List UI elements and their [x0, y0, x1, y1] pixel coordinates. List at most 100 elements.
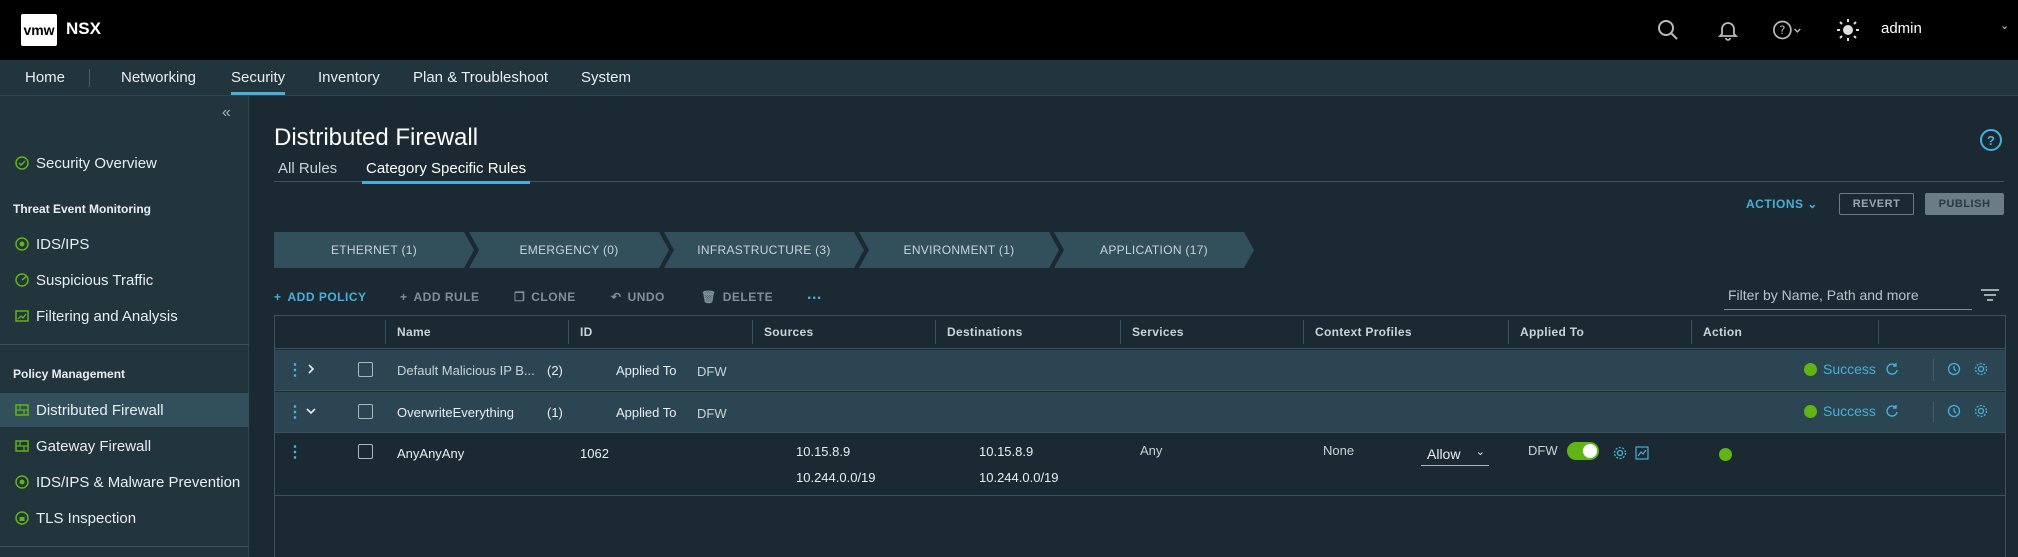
sidebar-item-label: IDS/IPS & Malware Prevention	[36, 473, 241, 491]
sidebar-divider	[0, 546, 249, 547]
sidebar-item-suspicious-traffic[interactable]: Suspicious Traffic	[0, 263, 249, 297]
applied-to-label: Applied To	[616, 363, 677, 378]
column-context-profiles[interactable]: Context Profiles	[1315, 325, 1412, 339]
column-action[interactable]: Action	[1703, 325, 1742, 339]
top-header: vmw NSX ? admin ⌄	[0, 0, 2018, 60]
vmware-logo: vmw	[21, 14, 57, 46]
action-divider	[1933, 401, 1934, 423]
refresh-icon[interactable]	[1885, 404, 1901, 420]
nav-inventory[interactable]: Inventory	[318, 69, 380, 86]
help-menu-icon[interactable]: ?	[1772, 14, 1804, 46]
sidebar-item-ids-malware-prevention[interactable]: IDS/IPS & Malware Prevention	[0, 465, 249, 499]
filter-input[interactable]: Filter by Name, Path and more	[1724, 284, 1972, 310]
rule-destination[interactable]: 10.15.8.9	[979, 444, 1033, 459]
rule-context-profiles[interactable]: None	[1323, 443, 1354, 458]
row-menu-icon[interactable]: ⋮	[287, 442, 303, 462]
nav-security[interactable]: Security	[231, 69, 286, 95]
sidebar-item-distributed-firewall[interactable]: Distributed Firewall	[0, 393, 249, 427]
rule-services[interactable]: Any	[1140, 443, 1162, 458]
column-applied-to[interactable]: Applied To	[1520, 325, 1584, 339]
main-nav: Home Networking Security Inventory Plan …	[0, 60, 2018, 96]
row-checkbox[interactable]	[358, 362, 373, 377]
column-divider	[1691, 320, 1692, 344]
sidebar-item-filtering-analysis[interactable]: Filtering and Analysis	[0, 299, 249, 333]
rule-source[interactable]: 10.15.8.9	[796, 444, 850, 459]
tab-all-rules[interactable]: All Rules	[274, 160, 341, 177]
policy-row[interactable]: ⋮ OverwriteEverything (1) Applied To DFW…	[275, 392, 2005, 433]
actions-menu[interactable]: ACTIONS ⌄	[1746, 197, 1818, 211]
rule-source[interactable]: 10.244.0.0/19	[796, 470, 876, 485]
category-application[interactable]: APPLICATION (17)	[1054, 232, 1254, 268]
row-checkbox[interactable]	[358, 404, 373, 419]
column-divider	[1120, 320, 1121, 344]
nav-system[interactable]: System	[581, 69, 631, 86]
theme-sun-icon[interactable]	[1832, 14, 1864, 46]
sidebar-item-ids-ips[interactable]: IDS/IPS	[0, 227, 249, 261]
add-rule-button[interactable]: + ADD RULE	[400, 290, 480, 304]
rule-destination[interactable]: 10.244.0.0/19	[979, 470, 1059, 485]
policy-row[interactable]: ⋮ Default Malicious IP B... (2) Applied …	[275, 350, 2005, 391]
success-dot-icon	[1804, 404, 1817, 418]
app-name: NSX	[66, 19, 101, 38]
rule-row[interactable]: ⋮ AnyAnyAny 1062 10.15.8.9 10.244.0.0/19…	[275, 434, 2005, 496]
add-policy-button[interactable]: + ADD POLICY	[274, 290, 367, 304]
rule-applied-to[interactable]: DFW	[1528, 443, 1558, 458]
publish-button[interactable]: PUBLISH	[1925, 193, 2004, 215]
revert-button[interactable]: REVERT	[1839, 193, 1914, 215]
action-select[interactable]: Allow ⌄	[1421, 442, 1489, 466]
column-id[interactable]: ID	[580, 325, 593, 339]
tab-category-specific-rules[interactable]: Category Specific Rules	[362, 160, 531, 184]
rule-name[interactable]: AnyAnyAny	[397, 446, 464, 461]
plus-icon: +	[274, 290, 282, 304]
column-name[interactable]: Name	[397, 325, 431, 339]
gear-icon[interactable]	[1974, 362, 1990, 378]
row-checkbox[interactable]	[358, 444, 373, 459]
column-services[interactable]: Services	[1132, 325, 1184, 339]
column-divider	[568, 320, 569, 344]
gear-icon[interactable]	[1974, 404, 1990, 420]
sidebar-item-label: Filtering and Analysis	[36, 307, 178, 325]
history-icon[interactable]	[1947, 362, 1963, 378]
sidebar-item-gateway-firewall[interactable]: Gateway Firewall	[0, 429, 249, 463]
action-allow-dot-icon	[1719, 448, 1732, 461]
gear-icon[interactable]	[1613, 446, 1629, 462]
chevron-down-icon[interactable]: ⌄	[2000, 19, 2009, 32]
clone-icon: ❐	[514, 290, 526, 304]
category-emergency[interactable]: EMERGENCY (0)	[469, 232, 669, 268]
column-divider	[752, 320, 753, 344]
undo-button[interactable]: ↶ UNDO	[611, 290, 665, 304]
chevron-down-icon[interactable]	[305, 404, 317, 420]
search-icon[interactable]	[1652, 14, 1684, 46]
applied-to-value: DFW	[697, 364, 727, 379]
policy-name: OverwriteEverything	[397, 405, 515, 420]
sidebar-item-security-overview[interactable]: Security Overview	[0, 146, 249, 180]
add-rule-label: ADD RULE	[413, 290, 480, 304]
category-environment[interactable]: ENVIRONMENT (1)	[859, 232, 1059, 268]
row-menu-icon[interactable]: ⋮	[287, 402, 303, 422]
sidebar-heading-policy: Policy Management	[13, 367, 126, 381]
delete-button[interactable]: 🗑 DELETE	[701, 290, 773, 304]
row-menu-icon[interactable]: ⋮	[287, 360, 303, 380]
stats-chart-icon[interactable]	[1635, 446, 1651, 462]
chevron-right-icon[interactable]	[305, 362, 317, 378]
category-ethernet[interactable]: ETHERNET (1)	[274, 232, 474, 268]
filter-lines-icon[interactable]	[1980, 288, 2000, 305]
rule-enabled-toggle[interactable]	[1567, 442, 1599, 460]
collapse-sidebar-icon[interactable]: «	[222, 104, 231, 122]
nav-home[interactable]: Home	[25, 69, 65, 86]
help-icon[interactable]: ?	[1980, 129, 2002, 151]
nav-plan-troubleshoot[interactable]: Plan & Troubleshoot	[413, 69, 548, 86]
history-icon[interactable]	[1947, 404, 1963, 420]
user-menu[interactable]: admin	[1881, 20, 1922, 37]
category-infrastructure[interactable]: INFRASTRUCTURE (3)	[664, 232, 864, 268]
nav-networking[interactable]: Networking	[121, 69, 196, 86]
refresh-icon[interactable]	[1885, 362, 1901, 378]
bell-icon[interactable]	[1712, 14, 1744, 46]
column-sources[interactable]: Sources	[764, 325, 813, 339]
column-destinations[interactable]: Destinations	[947, 325, 1023, 339]
more-options-button[interactable]: ...	[807, 286, 822, 304]
applied-to-label: Applied To	[616, 405, 677, 420]
sidebar-item-tls-inspection[interactable]: TLS Inspection	[0, 501, 249, 535]
clone-button[interactable]: ❐ CLONE	[514, 290, 576, 304]
sidebar-item-label: Suspicious Traffic	[36, 271, 154, 289]
